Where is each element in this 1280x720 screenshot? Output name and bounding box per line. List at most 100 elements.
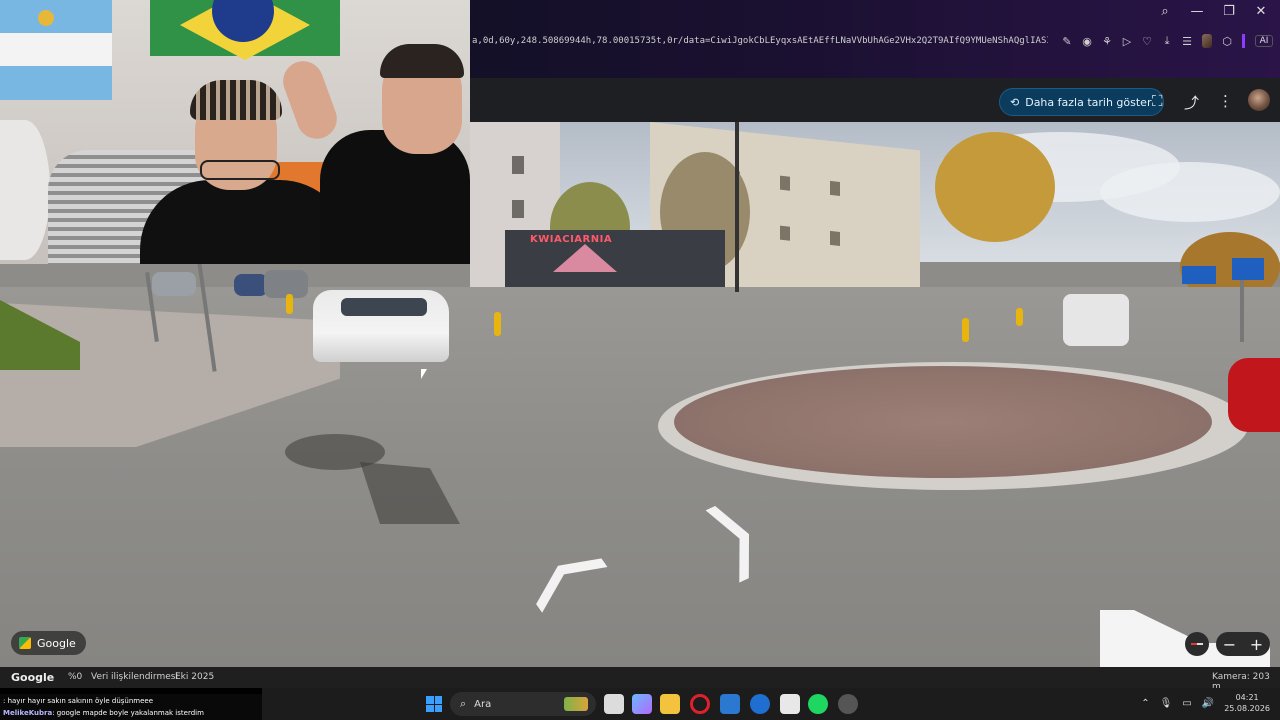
red-car xyxy=(1228,358,1280,432)
white-van xyxy=(1063,294,1129,346)
search-placeholder: Ara xyxy=(474,698,492,710)
file-explorer-icon[interactable] xyxy=(660,694,680,714)
windshield xyxy=(341,298,427,316)
address-bar[interactable]: a,0d,60y,248.50869944h,78.00015735t,0r/d… xyxy=(470,30,1280,52)
extension-icon[interactable]: ⬡ xyxy=(1222,35,1232,48)
taskbar-search[interactable]: ⌕ Ara xyxy=(450,692,596,716)
extension-avatar-icon[interactable] xyxy=(1202,34,1212,48)
chat-text: : hayır hayır sakın sakının öyle düşünme… xyxy=(3,697,154,705)
screenshot-icon[interactable]: ⛶ xyxy=(1152,92,1163,110)
clock-date: 25.08.2026 xyxy=(1224,704,1270,713)
search-icon: ⌕ xyxy=(460,697,467,710)
url-text[interactable]: a,0d,60y,248.50869944h,78.00015735t,0r/d… xyxy=(472,36,1048,46)
zoom-out-button[interactable]: − xyxy=(1223,635,1236,654)
download-icon[interactable]: ⤓ xyxy=(1162,34,1172,48)
clock[interactable]: 04:21 25.08.2026 xyxy=(1224,692,1270,714)
chat-overlay: : hayır hayır sakın sakının öyle düşünme… xyxy=(0,694,262,720)
window xyxy=(780,175,790,191)
network-icon[interactable]: ▭ xyxy=(1182,698,1191,709)
close-icon[interactable]: ✕ xyxy=(1252,4,1270,19)
roundabout-center xyxy=(674,366,1212,478)
play-icon[interactable]: ▷ xyxy=(1122,35,1132,48)
maps-header: ⟲ Daha fazla tarih göster ⛶ ⤴ ⋮ xyxy=(470,78,1280,122)
edit-icon[interactable]: ✎ xyxy=(1062,35,1072,48)
parked-car xyxy=(234,274,268,296)
microphone-icon[interactable]: 🎙 xyxy=(1160,698,1173,709)
person-body xyxy=(320,130,470,264)
camera-icon[interactable]: ◉ xyxy=(1082,35,1092,48)
flag-sun xyxy=(38,10,54,26)
crosswalk-sign xyxy=(1232,258,1264,280)
ai-button[interactable]: AI xyxy=(1255,35,1273,47)
cloud xyxy=(1100,162,1280,222)
sidebar-indicator xyxy=(1242,34,1245,48)
capture-date: Eki 2025 xyxy=(175,672,215,682)
tree xyxy=(935,132,1055,242)
webcam-overlay xyxy=(0,0,470,264)
white-suv xyxy=(313,290,449,362)
chat-message: MelikeKubra: google mapde boyle yakalanm… xyxy=(3,707,262,719)
spotify-icon[interactable] xyxy=(808,694,828,714)
minimize-icon[interactable]: — xyxy=(1188,4,1206,19)
steam-icon[interactable] xyxy=(838,694,858,714)
person-hair xyxy=(380,44,464,78)
task-view-icon[interactable] xyxy=(604,694,624,714)
lamp-post xyxy=(735,122,739,292)
data-attribution-link[interactable]: Veri ilişkilendirmesi xyxy=(91,672,178,682)
share-icon[interactable]: ⤴ xyxy=(1184,92,1199,113)
more-icon[interactable]: ⋮ xyxy=(1218,92,1233,110)
chat-text: : google mapde boyle yakalanmak isterdim xyxy=(52,709,204,717)
profile-avatar[interactable] xyxy=(1248,89,1270,111)
zoom-percent: %0 xyxy=(68,672,83,682)
search-highlight-icon xyxy=(564,697,588,711)
argentina-flag xyxy=(0,0,112,100)
sign-pole xyxy=(1240,272,1244,342)
guest-person xyxy=(277,40,470,264)
bollard xyxy=(1016,308,1023,326)
start-button[interactable] xyxy=(426,696,442,712)
compass-icon[interactable] xyxy=(1185,632,1209,656)
menu-icon[interactable]: ☰ xyxy=(1182,35,1192,48)
taskbar: ⌕ Ara ⌃ 🎙 ▭ 🔊 04:21 25.08.2026 xyxy=(262,688,1280,720)
google-badge-label: Google xyxy=(37,636,76,650)
window xyxy=(512,156,524,174)
bollard xyxy=(494,312,501,336)
google-maps-icon xyxy=(19,637,31,649)
window xyxy=(512,200,524,218)
parked-car xyxy=(152,272,196,296)
heart-icon[interactable]: ♡ xyxy=(1142,35,1152,48)
mail-icon[interactable] xyxy=(750,694,770,714)
system-tray: ⌃ 🎙 ▭ 🔊 04:21 25.08.2026 xyxy=(1141,692,1270,714)
chat-username: MelikeKubra xyxy=(3,709,53,717)
clock-time: 04:21 xyxy=(1235,693,1259,702)
maximize-icon[interactable]: ❐ xyxy=(1220,4,1238,19)
search-icon[interactable]: ⌕ xyxy=(1156,4,1174,19)
widgets-icon[interactable] xyxy=(632,694,652,714)
store-icon[interactable] xyxy=(720,694,740,714)
chat-message: : hayır hayır sakın sakının öyle düşünme… xyxy=(3,695,262,707)
maps-footer: Google %0 Veri ilişkilendirmesi Eki 2025… xyxy=(0,667,1280,692)
bollard xyxy=(286,294,293,314)
google-badge[interactable]: Google xyxy=(11,631,86,655)
history-button[interactable]: ⟲ Daha fazla tarih göster xyxy=(999,88,1165,116)
mouse-cursor xyxy=(421,369,427,379)
opera-icon[interactable] xyxy=(690,694,710,714)
translate-icon[interactable]: ⚘ xyxy=(1102,35,1112,48)
volume-icon[interactable]: 🔊 xyxy=(1202,698,1214,709)
history-button-label: Daha fazla tarih göster xyxy=(1025,95,1152,109)
zoom-control: − + xyxy=(1216,632,1270,656)
history-icon: ⟲ xyxy=(1010,95,1020,109)
bollard xyxy=(962,318,969,342)
fan xyxy=(0,120,50,260)
zoom-in-button[interactable]: + xyxy=(1250,635,1263,654)
address-bar-icons: ✎ ◉ ⚘ ▷ ♡ ⤓ ☰ ⬡ AI xyxy=(1062,34,1273,48)
shop-sign: KWIACIARNIA xyxy=(530,234,613,245)
person-hair xyxy=(190,80,282,120)
google-logo: Google xyxy=(11,671,55,684)
notepad-icon[interactable] xyxy=(780,694,800,714)
chevron-up-icon[interactable]: ⌃ xyxy=(1141,698,1149,709)
window-controls: ⌕ — ❐ ✕ xyxy=(1156,4,1270,19)
window xyxy=(780,225,790,241)
road-sign xyxy=(1182,266,1216,284)
window xyxy=(830,180,840,196)
